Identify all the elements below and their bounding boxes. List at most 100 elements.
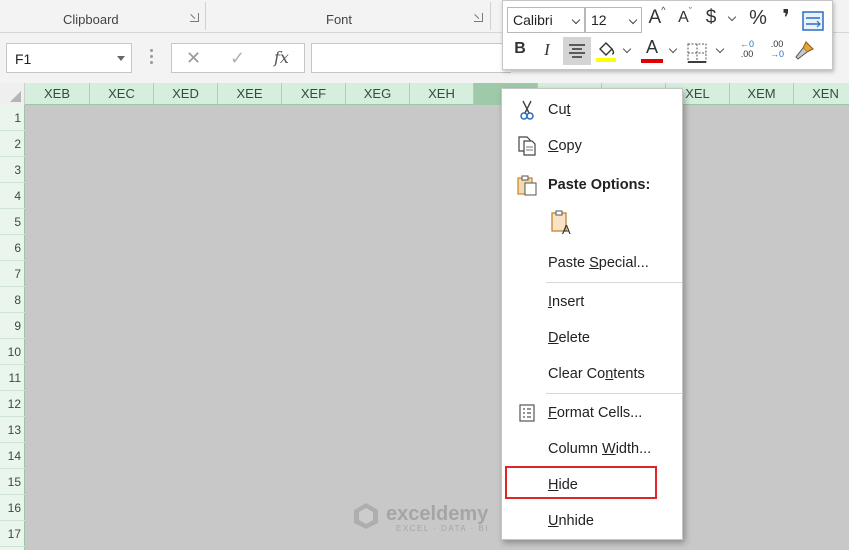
font-color-swatch xyxy=(641,59,663,63)
row-header-cell[interactable]: 15 xyxy=(0,469,25,495)
clipboard-icon xyxy=(517,175,537,196)
exceldemy-logo-icon xyxy=(354,503,378,529)
access-key: U xyxy=(548,513,559,529)
menu-item-clear-contents[interactable]: Clear Contents xyxy=(502,359,682,389)
access-key: W xyxy=(602,441,616,457)
row-header-cell[interactable]: 7 xyxy=(0,261,25,287)
menu-item-delete[interactable]: Delete xyxy=(502,323,682,353)
name-box[interactable]: F1 xyxy=(6,43,132,73)
menu-item-insert[interactable]: Insert xyxy=(502,287,682,317)
chevron-down-icon[interactable] xyxy=(668,44,678,54)
menu-label: Paste Options: xyxy=(548,177,651,193)
menu-label: Cu xyxy=(548,102,567,118)
italic-button[interactable]: I xyxy=(539,40,555,64)
row-header-cell[interactable]: 2 xyxy=(0,131,25,157)
column-header: XEB XEC XED XEE XEF XEG XEH X XEL XEM XE… xyxy=(0,83,849,105)
ribbon-divider xyxy=(490,2,491,30)
percent-style-button[interactable]: % xyxy=(747,7,769,31)
row-header-cell[interactable]: 3 xyxy=(0,157,25,183)
comma-style-button[interactable]: ❜ xyxy=(779,5,793,30)
percent-icon: % xyxy=(749,7,767,29)
row-header-cell[interactable]: 11 xyxy=(0,365,25,391)
row-header-cell[interactable]: 16 xyxy=(0,495,25,521)
increase-decimal-button[interactable]: ←0.00 xyxy=(735,39,759,63)
insert-function-button[interactable]: fx xyxy=(274,48,289,67)
menu-item-cut[interactable]: Cut xyxy=(502,95,682,125)
menu-heading-paste-options: Paste Options: xyxy=(502,170,682,200)
font-name-select[interactable]: Calibri xyxy=(507,7,585,33)
row-header-cell[interactable]: 12 xyxy=(0,391,25,417)
select-all-button[interactable] xyxy=(0,83,25,105)
column-header-cell[interactable]: XEH xyxy=(410,83,474,105)
access-key: C xyxy=(548,138,559,154)
column-header-cell[interactable]: XEC xyxy=(90,83,154,105)
hide-highlight-box xyxy=(505,466,657,499)
row-header-cell[interactable]: 10 xyxy=(0,339,25,365)
italic-icon: I xyxy=(544,40,550,59)
format-cells-icon xyxy=(519,404,535,422)
chevron-down-icon[interactable] xyxy=(727,12,737,22)
column-header-cell[interactable]: XEB xyxy=(25,83,90,105)
menu-item-column-width[interactable]: Column Width... xyxy=(502,434,682,464)
wrap-text-icon[interactable] xyxy=(802,9,824,33)
column-header-cell[interactable]: XED xyxy=(154,83,218,105)
menu-item-format-cells[interactable]: Format Cells... xyxy=(502,398,682,428)
font-size-select[interactable]: 12 xyxy=(585,7,642,33)
grow-font-icon: A xyxy=(648,7,662,28)
chevron-down-icon[interactable] xyxy=(622,44,632,54)
column-header-cell[interactable]: XEG xyxy=(346,83,410,105)
row-header-cell[interactable]: 6 xyxy=(0,235,25,261)
row-header: 1 2 3 4 5 6 7 8 9 10 11 12 13 14 15 16 1… xyxy=(0,105,25,550)
chevron-down-icon[interactable] xyxy=(715,44,725,54)
shrink-font-icon: A xyxy=(678,9,689,26)
menu-separator xyxy=(546,393,682,394)
font-dialog-launcher-icon[interactable] xyxy=(474,13,483,22)
formula-buttons: ✕ ✓ fx xyxy=(171,43,305,73)
font-color-button[interactable]: A xyxy=(641,37,663,63)
scissors-icon xyxy=(520,100,534,120)
font-size-value: 12 xyxy=(591,12,607,28)
row-header-cell[interactable]: 1 xyxy=(0,105,25,131)
row-header-cell[interactable]: 14 xyxy=(0,443,25,469)
menu-item-copy[interactable]: Copy xyxy=(502,131,682,161)
menu-label: pecial... xyxy=(598,255,649,271)
paste-keep-formatting-icon[interactable]: A xyxy=(550,209,576,237)
font-name-value: Calibri xyxy=(513,12,553,28)
accounting-format-button[interactable]: $ xyxy=(702,7,720,31)
worksheet-grid[interactable] xyxy=(25,105,849,550)
menu-label: ormat Cells... xyxy=(556,405,643,421)
row-header-cell[interactable]: 9 xyxy=(0,313,25,339)
row-header-cell[interactable]: 17 xyxy=(0,521,25,547)
check-icon[interactable]: ✓ xyxy=(230,48,245,69)
close-icon[interactable]: ✕ xyxy=(186,48,201,69)
column-header-cell[interactable]: XEE xyxy=(218,83,282,105)
column-header-cell[interactable]: XEF xyxy=(282,83,346,105)
bold-button[interactable]: B xyxy=(511,40,529,64)
watermark-brand: exceldemy xyxy=(386,503,489,525)
row-header-cell[interactable]: 13 xyxy=(0,417,25,443)
drag-handle-icon[interactable] xyxy=(150,49,153,65)
chevron-down-icon[interactable] xyxy=(117,56,125,61)
decrease-font-size-button[interactable]: Aˇ xyxy=(674,6,696,33)
formula-input[interactable] xyxy=(311,43,511,73)
row-header-cell[interactable]: 8 xyxy=(0,287,25,313)
column-header-cell[interactable]: XEN xyxy=(794,83,849,105)
column-header-cell[interactable]: XEM xyxy=(730,83,794,105)
menu-item-unhide[interactable]: Unhide xyxy=(502,506,682,536)
row-header-cell[interactable]: 5 xyxy=(0,209,25,235)
bold-icon: B xyxy=(514,40,526,57)
row-header-cell[interactable]: 4 xyxy=(0,183,25,209)
format-painter-icon[interactable] xyxy=(793,39,815,63)
center-align-button[interactable] xyxy=(563,37,591,65)
exceldemy-watermark: exceldemy EXCEL · DATA · BI xyxy=(352,500,502,536)
menu-label: nhide xyxy=(558,513,594,529)
menu-label: Clear Co xyxy=(548,366,606,382)
fill-color-icon[interactable] xyxy=(595,39,617,63)
menu-item-paste-special[interactable]: Paste Special... xyxy=(502,248,682,278)
decrease-decimal-button[interactable]: .00 →0 xyxy=(765,39,789,63)
menu-label: Column xyxy=(548,441,602,457)
increase-decimal-icon: .00 xyxy=(740,49,754,59)
increase-font-size-button[interactable]: A^ xyxy=(646,5,668,31)
borders-icon[interactable] xyxy=(687,41,707,65)
clipboard-dialog-launcher-icon[interactable] xyxy=(190,13,199,22)
